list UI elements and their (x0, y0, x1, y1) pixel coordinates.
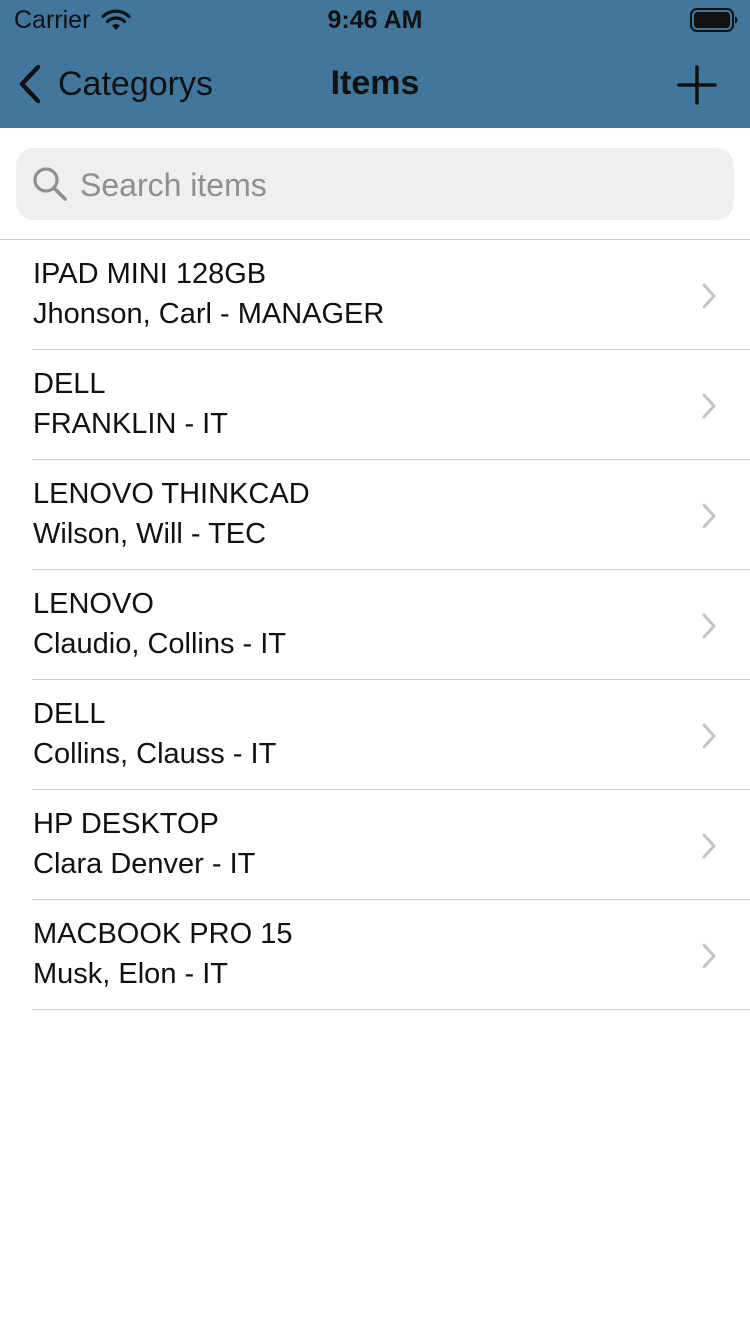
item-title: LENOVO (33, 588, 154, 620)
item-title: HP DESKTOP (33, 808, 219, 840)
item-title: DELL (33, 698, 106, 730)
item-subtitle: FRANKLIN - IT (33, 408, 228, 440)
search-bar (16, 148, 734, 222)
chevron-right-icon (702, 943, 716, 969)
list-item[interactable]: MACBOOK PRO 15 Musk, Elon - IT (0, 900, 750, 1010)
item-title: LENOVO THINKCAD (33, 478, 310, 510)
item-subtitle: Claudio, Collins - IT (33, 628, 287, 660)
chevron-right-icon (702, 283, 716, 309)
item-subtitle: Collins, Clauss - IT (33, 738, 277, 770)
page-title: Items (330, 64, 420, 102)
list-item[interactable]: DELL FRANKLIN - IT (0, 350, 750, 460)
items-list: IPAD MINI 128GB Jhonson, Carl - MANAGER … (0, 239, 750, 1010)
battery-icon (690, 8, 738, 32)
item-title: MACBOOK PRO 15 (33, 918, 293, 950)
search-icon (33, 167, 67, 201)
status-time: 9:46 AM (327, 6, 423, 34)
chevron-right-icon (702, 723, 716, 749)
item-subtitle: Wilson, Will - TEC (33, 518, 267, 550)
item-title: IPAD MINI 128GB (33, 258, 267, 290)
list-item[interactable]: LENOVO Claudio, Collins - IT (0, 570, 750, 680)
navigation-header: Carrier 9:46 AM Categorys Items (0, 0, 750, 128)
item-subtitle: Clara Denver - IT (33, 848, 256, 880)
list-item[interactable]: IPAD MINI 128GB Jhonson, Carl - MANAGER (0, 240, 750, 350)
chevron-right-icon (702, 833, 716, 859)
item-title: DELL (33, 368, 106, 400)
list-item[interactable]: HP DESKTOP Clara Denver - IT (0, 790, 750, 900)
item-subtitle: Musk, Elon - IT (33, 958, 228, 990)
list-item[interactable]: DELL Collins, Clauss - IT (0, 680, 750, 790)
chevron-right-icon (702, 503, 716, 529)
chevron-right-icon (702, 613, 716, 639)
list-item[interactable]: LENOVO THINKCAD Wilson, Will - TEC (0, 460, 750, 570)
search-input[interactable] (78, 148, 722, 222)
item-subtitle: Jhonson, Carl - MANAGER (33, 298, 385, 330)
nav-bar: Categorys Items (0, 40, 750, 128)
chevron-right-icon (702, 393, 716, 419)
plus-icon[interactable] (676, 64, 718, 106)
status-bar: Carrier 9:46 AM (0, 0, 750, 40)
